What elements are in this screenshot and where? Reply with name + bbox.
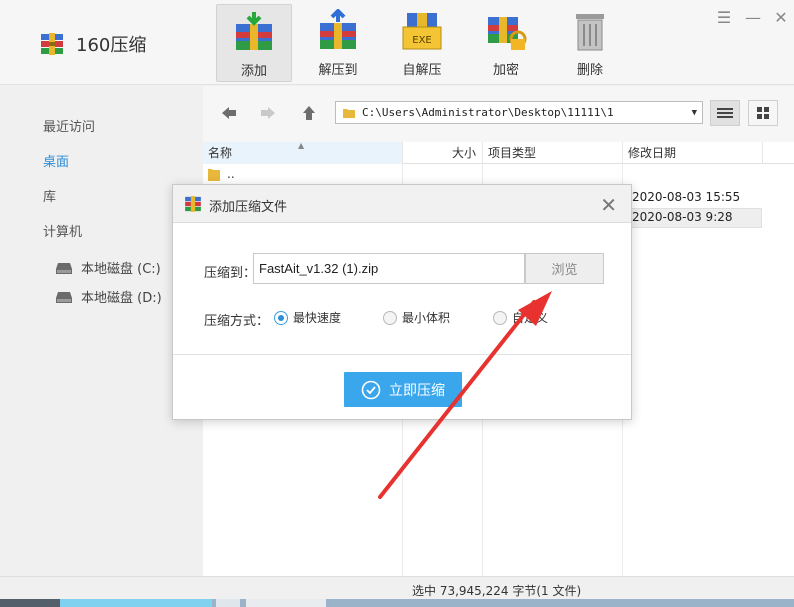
- status-bar: 选中 73,945,224 字节(1 文件): [0, 576, 794, 600]
- list-view-button[interactable]: [710, 100, 740, 126]
- list-view-icon: [717, 108, 733, 118]
- up-arrow-icon[interactable]: [298, 102, 320, 124]
- hard-drive-icon: [56, 262, 72, 274]
- add-archive-dialog: 添加压缩文件 ✕ 压缩到： FastAit_v1.32 (1).zip 浏览 压…: [172, 184, 632, 420]
- trash-icon: [576, 14, 604, 51]
- delete-button[interactable]: 删除: [552, 4, 628, 82]
- compress-now-label: 立即压缩: [389, 382, 445, 399]
- extract-to-icon: [320, 9, 356, 49]
- path-dropdown[interactable]: C:\Users\Administrator\Desktop\11111\1 ▼: [335, 101, 703, 124]
- close-window-icon[interactable]: ✕: [772, 8, 790, 27]
- add-button-label: 添加: [240, 64, 267, 79]
- app-logo-icon: [41, 33, 63, 55]
- extract-to-button[interactable]: 解压到: [300, 4, 376, 82]
- compress-mode-label: 压缩方式：: [204, 314, 270, 329]
- taskbar: [0, 599, 794, 607]
- app-title: 160压缩: [38, 30, 146, 58]
- top-toolbar: 160压缩 添加 解压到 EXE 自解压 加密 删除 ☰ — ✕: [0, 0, 794, 85]
- app-title-text: 160压缩: [76, 35, 147, 56]
- file-date: 2020-08-03 9:28: [632, 210, 733, 224]
- self-extract-exe-icon: EXE: [402, 13, 442, 50]
- drive-c-label: 本地磁盘 (C:): [81, 262, 161, 277]
- back-arrow-icon[interactable]: [218, 102, 240, 124]
- chevron-down-icon[interactable]: ▼: [692, 108, 697, 118]
- dialog-title: 添加压缩文件: [209, 200, 288, 215]
- radio-custom-label: 自定义: [512, 311, 549, 325]
- filename-field[interactable]: FastAit_v1.32 (1).zip: [253, 253, 525, 284]
- sort-asc-icon: ▲: [298, 141, 305, 150]
- parent-dir-label: ..: [227, 167, 235, 181]
- folder-icon: [208, 169, 220, 181]
- column-size[interactable]: 大小: [403, 142, 483, 164]
- column-size-label: 大小: [451, 146, 476, 160]
- radio-custom[interactable]: 自定义: [493, 309, 548, 326]
- compress-now-button[interactable]: 立即压缩: [344, 372, 462, 407]
- delete-label: 删除: [576, 63, 603, 78]
- column-type[interactable]: 项目类型: [483, 142, 623, 164]
- radio-fastest-label: 最快速度: [293, 311, 342, 325]
- divider: [173, 354, 631, 355]
- extract-to-label: 解压到: [318, 63, 358, 78]
- column-modified-label: 修改日期: [628, 146, 677, 160]
- grid-view-icon: [757, 107, 769, 119]
- forward-arrow-icon[interactable]: [257, 102, 279, 124]
- self-extract-label: 自解压: [402, 63, 442, 78]
- radio-fastest[interactable]: 最快速度: [274, 309, 341, 326]
- sidebar-item-computer[interactable]: 计算机: [43, 221, 82, 240]
- encrypt-label: 加密: [492, 63, 519, 78]
- add-button[interactable]: 添加: [216, 4, 292, 82]
- sidebar-item-recent[interactable]: 最近访问: [43, 116, 95, 135]
- radio-checked-icon[interactable]: [274, 310, 288, 325]
- file-date: 2020-08-03 15:55: [632, 190, 741, 204]
- sidebar-item-drive-c[interactable]: 本地磁盘 (C:): [55, 258, 161, 277]
- encrypt-button[interactable]: 加密: [468, 4, 544, 82]
- column-header: 名称 ▲ 大小 项目类型 修改日期: [203, 141, 794, 164]
- drive-d-label: 本地磁盘 (D:): [81, 291, 162, 306]
- column-modified[interactable]: 修改日期: [623, 142, 763, 164]
- folder-icon: [343, 108, 355, 118]
- encrypt-lock-icon: [488, 17, 527, 50]
- compress-to-label: 压缩到：: [204, 266, 257, 281]
- app-logo-icon: [185, 196, 201, 212]
- exe-badge-text: EXE: [412, 35, 432, 46]
- sidebar-item-desktop[interactable]: 桌面: [43, 151, 69, 170]
- radio-unchecked-icon[interactable]: [383, 310, 397, 325]
- radio-smallest-label: 最小体积: [402, 311, 451, 325]
- radio-unchecked-icon[interactable]: [493, 310, 507, 325]
- status-text: 选中 73,945,224 字节(1 文件): [412, 584, 582, 598]
- menu-icon[interactable]: ☰: [715, 8, 733, 27]
- column-type-label: 项目类型: [488, 146, 537, 160]
- taskbar-item[interactable]: [216, 599, 240, 607]
- radio-smallest[interactable]: 最小体积: [383, 309, 450, 326]
- dialog-header: 添加压缩文件 ✕: [173, 185, 631, 223]
- taskbar-item[interactable]: [0, 599, 60, 607]
- path-text: C:\Users\Administrator\Desktop\11111\1: [362, 106, 614, 119]
- sidebar-item-drive-d[interactable]: 本地磁盘 (D:): [55, 287, 162, 306]
- browse-button[interactable]: 浏览: [525, 253, 604, 284]
- list-item-parent[interactable]: ..: [207, 166, 235, 182]
- check-circle-icon: [361, 380, 381, 399]
- taskbar-item[interactable]: [60, 599, 212, 607]
- self-extract-button[interactable]: EXE 自解压: [384, 4, 460, 82]
- column-name[interactable]: 名称 ▲: [203, 141, 403, 164]
- hard-drive-icon: [56, 291, 72, 303]
- grid-view-button[interactable]: [748, 100, 778, 126]
- close-icon[interactable]: ✕: [600, 193, 617, 217]
- add-archive-icon: [236, 12, 272, 50]
- column-name-label: 名称: [208, 146, 233, 160]
- sidebar-item-library[interactable]: 库: [43, 186, 56, 205]
- taskbar-item[interactable]: [246, 599, 326, 607]
- minimize-icon[interactable]: —: [744, 8, 762, 27]
